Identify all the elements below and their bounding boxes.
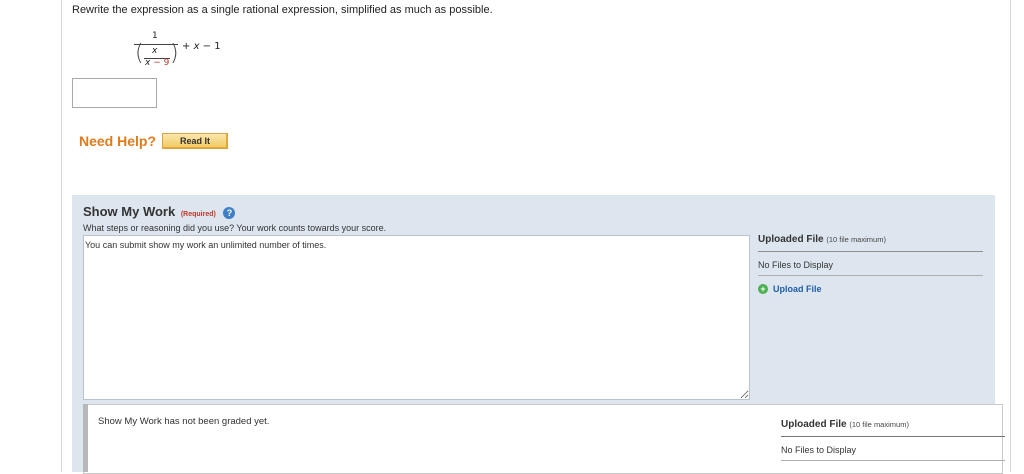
uploaded-file-header: Uploaded File (10 file maximum) <box>758 234 983 252</box>
left-paren: ( <box>135 41 144 66</box>
plus-sign: + <box>182 41 194 52</box>
upload-panel: Uploaded File (10 file maximum) No Files… <box>758 234 983 294</box>
show-my-work-title: Show My Work (Required) ? <box>83 204 236 219</box>
show-my-work-question: What steps or reasoning did you use? You… <box>83 223 387 233</box>
graded-no-files-label: No Files to Display <box>781 437 1005 461</box>
graded-uploaded-file-max: (10 file maximum) <box>849 420 909 429</box>
required-label: (Required) <box>180 211 216 218</box>
expression-tail: + x − 1 <box>182 41 221 52</box>
graded-uploaded-file-header: Uploaded File (10 file maximum) <box>781 419 1005 437</box>
right-paren: ) <box>170 41 179 66</box>
outer-numerator: 1 <box>152 31 158 41</box>
graded-uploaded-file-title: Uploaded File <box>781 419 847 430</box>
graded-panel-accent <box>83 404 88 472</box>
unlimited-notice: You can submit show my work an unlimited… <box>85 240 327 250</box>
left-frame-border <box>61 0 62 472</box>
question-prompt: Rewrite the expression as a single ratio… <box>72 4 493 16</box>
upload-file-label: Upload File <box>773 284 822 294</box>
read-it-button[interactable]: Read It <box>162 133 228 149</box>
need-help-label: Need Help? <box>79 133 157 149</box>
plus-circle-icon: + <box>758 284 768 294</box>
right-frame-border <box>1010 0 1011 472</box>
upload-file-link[interactable]: + Upload File <box>758 284 983 294</box>
answer-input[interactable] <box>72 78 157 108</box>
uploaded-file-title: Uploaded File <box>758 234 824 245</box>
inner-denominator-rest: − 9 <box>150 58 170 68</box>
inner-numerator: x <box>152 46 158 56</box>
show-my-work-heading: Show My Work <box>83 204 176 219</box>
graded-upload-panel: Uploaded File (10 file maximum) No Files… <box>781 419 1005 461</box>
math-expression: 1 ( x x − 9 ) + x − 1 <box>130 30 250 75</box>
graded-status-text: Show My Work has not been graded yet. <box>98 416 270 427</box>
uploaded-file-max: (10 file maximum) <box>826 235 886 244</box>
help-icon[interactable]: ? <box>223 206 236 219</box>
minus-one: − 1 <box>199 41 221 52</box>
work-textarea[interactable] <box>83 235 750 400</box>
inner-denominator: x − 9 <box>145 58 169 68</box>
no-files-label: No Files to Display <box>758 252 983 276</box>
